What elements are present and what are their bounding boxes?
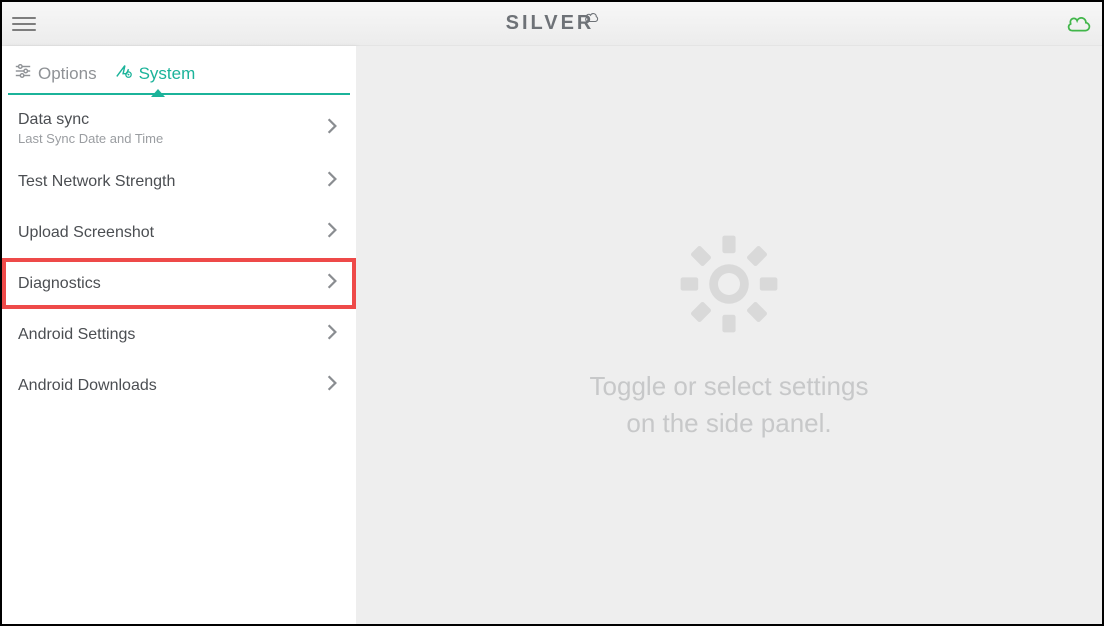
tabs-underline <box>8 93 350 95</box>
header-bar: SILVER <box>2 2 1102 46</box>
sidebar-item-android-downloads[interactable]: Android Downloads <box>2 360 356 411</box>
sidebar-item-label: Android Downloads <box>18 377 157 395</box>
sidebar-item-label: Diagnostics <box>18 275 101 293</box>
sidebar: Options System <box>2 46 356 624</box>
content-panel: Toggle or select settings on the side pa… <box>356 46 1102 624</box>
tab-options[interactable]: Options <box>8 56 109 95</box>
sidebar-tabs: Options System <box>2 46 356 95</box>
sidebar-item-diagnostics[interactable]: Diagnostics <box>2 258 356 309</box>
menu-icon[interactable] <box>12 12 36 36</box>
tab-options-label: Options <box>38 64 97 84</box>
chevron-right-icon <box>326 272 338 295</box>
chevron-right-icon <box>326 374 338 397</box>
chevron-right-icon <box>326 323 338 346</box>
tab-system[interactable]: System <box>109 56 208 95</box>
sidebar-item-label: Android Settings <box>18 326 135 344</box>
sidebar-item-label: Upload Screenshot <box>18 224 154 242</box>
app-frame: SILVER Options <box>0 0 1104 626</box>
placeholder-line1: Toggle or select settings <box>590 368 869 404</box>
sidebar-item-label: Data sync <box>18 111 163 129</box>
sidebar-item-subtitle: Last Sync Date and Time <box>18 131 163 146</box>
content-placeholder: Toggle or select settings on the side pa… <box>590 368 869 441</box>
sidebar-item-upload-screenshot[interactable]: Upload Screenshot <box>2 207 356 258</box>
sidebar-item-test-network[interactable]: Test Network Strength <box>2 156 356 207</box>
brand-logo: SILVER <box>506 12 595 35</box>
chevron-right-icon <box>326 117 338 140</box>
brand-cloud-icon <box>582 6 600 29</box>
cloud-status-icon[interactable] <box>1064 14 1092 34</box>
chevron-right-icon <box>326 170 338 193</box>
sliders-icon <box>14 62 32 85</box>
body: Options System <box>2 46 1102 624</box>
sidebar-item-android-settings[interactable]: Android Settings <box>2 309 356 360</box>
gear-icon <box>674 229 784 344</box>
sidebar-item-label: Test Network Strength <box>18 173 175 191</box>
sidebar-item-data-sync[interactable]: Data sync Last Sync Date and Time <box>2 101 356 156</box>
sidebar-menu: Data sync Last Sync Date and Time Test N… <box>2 101 356 411</box>
system-icon <box>115 62 133 85</box>
chevron-right-icon <box>326 221 338 244</box>
placeholder-line2: on the side panel. <box>590 405 869 441</box>
tab-system-label: System <box>139 64 196 84</box>
brand-text: SILVER <box>506 12 595 35</box>
